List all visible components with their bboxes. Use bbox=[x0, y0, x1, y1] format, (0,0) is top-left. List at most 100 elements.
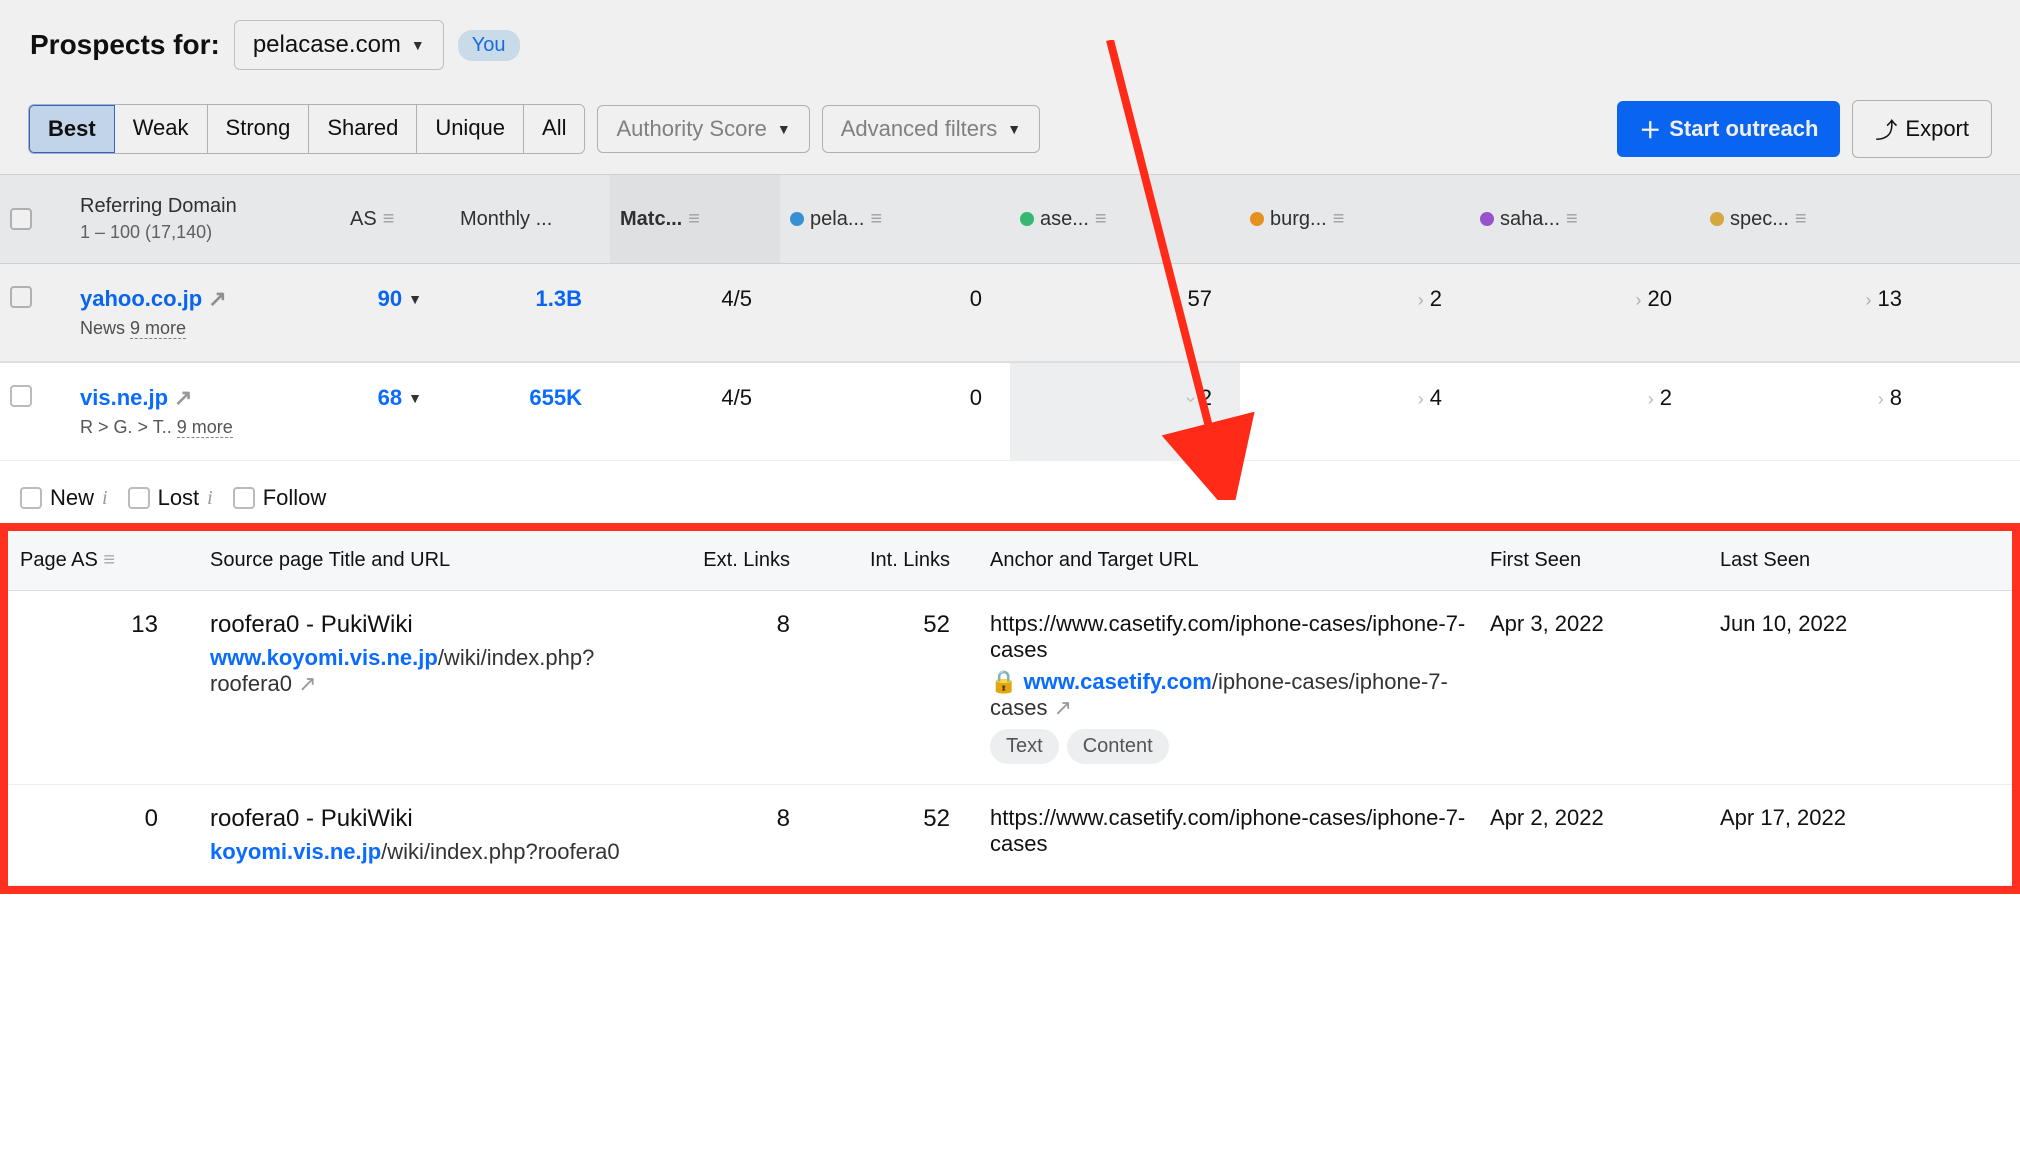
comp-value[interactable]: ›2 bbox=[1470, 363, 1700, 460]
row-checkbox[interactable] bbox=[10, 286, 32, 308]
lock-icon: 🔒 bbox=[990, 669, 1017, 694]
sort-icon: ≡ bbox=[1566, 208, 1578, 231]
tab-best[interactable]: Best bbox=[28, 104, 116, 154]
authority-score-filter[interactable]: Authority Score ▼ bbox=[597, 105, 809, 153]
as-value[interactable]: 68 ▼ bbox=[350, 385, 422, 411]
checkbox[interactable] bbox=[233, 487, 255, 509]
comp-value[interactable]: ›2 bbox=[1240, 264, 1470, 361]
tab-group: Best Weak Strong Shared Unique All bbox=[28, 104, 585, 154]
comp-value[interactable]: ›4 bbox=[1240, 363, 1470, 460]
chevron-right-icon: › bbox=[1418, 290, 1424, 310]
sort-icon: ≡ bbox=[103, 549, 115, 571]
new-filter[interactable]: New i bbox=[20, 485, 108, 511]
sort-icon: ≡ bbox=[870, 208, 882, 231]
comp-value[interactable]: ›8 bbox=[1700, 363, 1930, 460]
chevron-down-icon: ▼ bbox=[777, 121, 791, 137]
detail-header: Page AS ≡ Source page Title and URL Ext.… bbox=[8, 531, 2012, 591]
page-as-value: 13 bbox=[8, 591, 198, 784]
dcol-first[interactable]: First Seen bbox=[1478, 531, 1708, 590]
toolbar: Best Weak Strong Shared Unique All Autho… bbox=[0, 90, 2020, 175]
chevron-right-icon: › bbox=[1866, 290, 1872, 310]
dot-icon bbox=[1710, 212, 1724, 226]
last-seen-value: Jun 10, 2022 bbox=[1708, 591, 1938, 784]
start-outreach-button[interactable]: ＋ Start outreach bbox=[1617, 101, 1840, 157]
table-row: yahoo.co.jp ↗ News 9 more 90 ▼ 1.3B 4/5 … bbox=[0, 264, 2020, 362]
sort-icon: ≡ bbox=[383, 208, 395, 231]
you-badge: You bbox=[458, 30, 520, 61]
select-all-checkbox[interactable] bbox=[10, 208, 32, 230]
chevron-right-icon: › bbox=[1176, 290, 1182, 310]
detail-row: 13 roofera0 - PukiWiki www.koyomi.vis.ne… bbox=[8, 591, 2012, 785]
dot-icon bbox=[1480, 212, 1494, 226]
chevron-down-icon: ▼ bbox=[408, 390, 422, 406]
col-as[interactable]: AS ≡ bbox=[340, 175, 450, 263]
tab-unique[interactable]: Unique bbox=[417, 105, 524, 153]
domain-link[interactable]: vis.ne.jp ↗ bbox=[80, 385, 330, 411]
anchor-text: https://www.casetify.com/iphone-cases/ip… bbox=[990, 805, 1466, 857]
target-url[interactable]: 🔒 www.casetify.com/iphone-cases/iphone-7… bbox=[990, 669, 1466, 721]
domain-selector-value: pelacase.com bbox=[253, 31, 401, 59]
comp-value[interactable]: ›57 bbox=[1010, 264, 1240, 361]
chevron-down-icon: › bbox=[1180, 397, 1201, 403]
tab-shared[interactable]: Shared bbox=[309, 105, 417, 153]
lost-filter[interactable]: Lost i bbox=[128, 485, 213, 511]
table-header: Referring Domain 1 – 100 (17,140) AS ≡ M… bbox=[0, 175, 2020, 264]
external-link-icon: ↗ bbox=[298, 671, 316, 696]
col-comp-2[interactable]: burg... ≡ bbox=[1240, 175, 1470, 263]
tag-text: Text bbox=[990, 729, 1059, 764]
checkbox[interactable] bbox=[20, 487, 42, 509]
domain-link[interactable]: yahoo.co.jp ↗ bbox=[80, 286, 330, 312]
dcol-ext[interactable]: Ext. Links bbox=[648, 531, 818, 590]
col-comp-3[interactable]: saha... ≡ bbox=[1470, 175, 1700, 263]
comp-value[interactable]: ›13 bbox=[1700, 264, 1930, 361]
info-icon: i bbox=[207, 487, 213, 510]
dcol-page-as[interactable]: Page AS ≡ bbox=[8, 531, 198, 590]
source-url[interactable]: koyomi.vis.ne.jp/wiki/index.php?roofera0 bbox=[210, 839, 636, 865]
comp-value-expanded[interactable]: ›2 bbox=[1010, 363, 1240, 460]
page-title: Prospects for: bbox=[30, 29, 220, 61]
col-comp-1[interactable]: ase... ≡ bbox=[1010, 175, 1240, 263]
external-link-icon: ↗ bbox=[174, 385, 192, 411]
dcol-anchor[interactable]: Anchor and Target URL bbox=[978, 531, 1478, 590]
domain-selector[interactable]: pelacase.com ▼ bbox=[234, 20, 444, 70]
dcol-source[interactable]: Source page Title and URL bbox=[198, 531, 648, 590]
detail-section: New i Lost i Follow Page AS ≡ Source pag… bbox=[0, 461, 2020, 894]
tab-weak[interactable]: Weak bbox=[115, 105, 208, 153]
sort-icon: ≡ bbox=[688, 208, 700, 231]
ext-links-value: 8 bbox=[648, 785, 818, 885]
col-referring-domain[interactable]: Referring Domain 1 – 100 (17,140) bbox=[70, 175, 340, 263]
dot-icon bbox=[1020, 212, 1034, 226]
advanced-filters[interactable]: Advanced filters ▼ bbox=[822, 105, 1040, 153]
upload-icon: ⤴ bbox=[1875, 113, 1897, 145]
sort-icon: ≡ bbox=[1795, 208, 1807, 231]
monthly-value[interactable]: 655K bbox=[450, 363, 610, 460]
col-monthly[interactable]: Monthly ... bbox=[450, 175, 610, 263]
int-links-value: 52 bbox=[818, 591, 978, 784]
detail-row: 0 roofera0 - PukiWiki koyomi.vis.ne.jp/w… bbox=[8, 785, 2012, 886]
comp-value[interactable]: ›20 bbox=[1470, 264, 1700, 361]
tab-all[interactable]: All bbox=[524, 105, 584, 153]
source-url[interactable]: www.koyomi.vis.ne.jp/wiki/index.php?roof… bbox=[210, 645, 636, 697]
authority-score-label: Authority Score bbox=[616, 116, 766, 142]
highlight-box: Page AS ≡ Source page Title and URL Ext.… bbox=[0, 523, 2020, 894]
col-matches[interactable]: Matc... ≡ bbox=[610, 175, 780, 263]
dcol-last[interactable]: Last Seen bbox=[1708, 531, 1938, 590]
first-seen-value: Apr 2, 2022 bbox=[1478, 785, 1708, 885]
export-button[interactable]: ⤴ Export bbox=[1852, 100, 1992, 158]
col-comp-0[interactable]: pela... ≡ bbox=[780, 175, 1010, 263]
chevron-down-icon: ▼ bbox=[1007, 121, 1021, 137]
anchor-text: https://www.casetify.com/iphone-cases/ip… bbox=[990, 611, 1466, 663]
as-value[interactable]: 90 ▼ bbox=[350, 286, 422, 312]
last-seen-value: Apr 17, 2022 bbox=[1708, 785, 1938, 885]
row-checkbox[interactable] bbox=[10, 385, 32, 407]
monthly-value[interactable]: 1.3B bbox=[450, 264, 610, 361]
start-outreach-label: Start outreach bbox=[1669, 116, 1818, 142]
chevron-down-icon: ▼ bbox=[408, 291, 422, 307]
col-comp-4[interactable]: spec... ≡ bbox=[1700, 175, 1930, 263]
tab-strong[interactable]: Strong bbox=[208, 105, 310, 153]
matches-value: 4/5 bbox=[610, 264, 780, 361]
chevron-right-icon: › bbox=[1418, 389, 1424, 409]
follow-filter[interactable]: Follow bbox=[233, 485, 327, 511]
checkbox[interactable] bbox=[128, 487, 150, 509]
dcol-int[interactable]: Int. Links bbox=[818, 531, 978, 590]
